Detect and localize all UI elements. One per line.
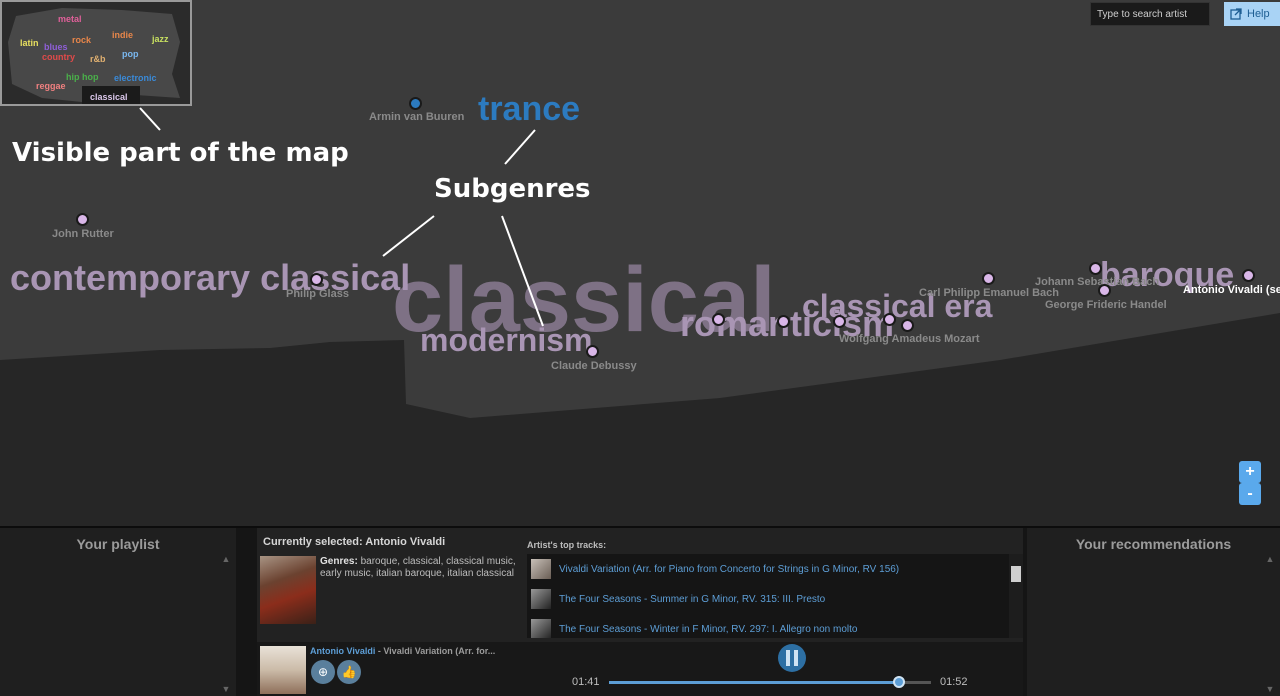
now-playing-artist[interactable]: Antonio Vivaldi <box>310 646 375 656</box>
minimap-genre: jazz <box>152 34 169 44</box>
scroll-up-icon[interactable]: ▲ <box>1264 554 1276 564</box>
pause-icon-bar <box>786 650 790 666</box>
minimap-genre: blues <box>44 42 68 52</box>
track-item[interactable]: Vivaldi Variation (Arr. for Piano from C… <box>527 555 1007 583</box>
tracks-scrollbar-thumb[interactable] <box>1011 566 1021 582</box>
help-label: Help <box>1247 8 1270 20</box>
playlist-title: Your playlist <box>76 536 160 552</box>
playlist-panel: Your playlist ▲ ▼ <box>0 528 236 696</box>
duration-time: 01:52 <box>940 676 968 688</box>
tracks-scrollbar[interactable] <box>1009 554 1023 638</box>
annotation-subgenres: Subgenres <box>434 174 591 204</box>
top-tracks-list: Vivaldi Variation (Arr. for Piano from C… <box>527 554 1023 638</box>
track-thumbnail <box>531 589 551 609</box>
minimap-genre: electronic <box>114 73 157 83</box>
recommendations-panel: Your recommendations ▲ ▼ <box>1027 528 1280 696</box>
minimap-genre: hip hop <box>66 72 99 82</box>
top-tracks-title: Artist's top tracks: <box>527 540 607 550</box>
selected-artist-title: Currently selected: Antonio Vivaldi <box>263 536 446 548</box>
help-button[interactable]: Help <box>1224 2 1280 26</box>
minimap-genre: metal <box>58 14 82 24</box>
genre-map[interactable]: trance classical contemporary classical … <box>0 0 1280 526</box>
progress-knob[interactable] <box>892 676 905 688</box>
thumbs-up-icon: 👍 <box>341 665 357 679</box>
annotation-visible-part: Visible part of the map <box>12 138 349 168</box>
scroll-down-icon[interactable]: ▼ <box>1264 684 1276 694</box>
recommendations-title: Your recommendations <box>1075 536 1232 552</box>
zoom-in-button[interactable]: + <box>1239 461 1261 483</box>
artist-genres: Genres: baroque, classical, classical mu… <box>320 556 520 580</box>
track-thumbnail <box>531 559 551 579</box>
plus-circle-icon: ⊕ <box>317 665 329 679</box>
now-playing-album-art <box>260 646 306 694</box>
artist-search-input[interactable] <box>1090 2 1210 26</box>
artist-portrait <box>260 556 316 624</box>
track-thumbnail <box>531 619 551 638</box>
artist-panel: Currently selected: Antonio Vivaldi Genr… <box>257 528 1023 696</box>
scroll-up-icon[interactable]: ▲ <box>220 554 232 564</box>
add-to-playlist-button[interactable]: ⊕ <box>311 660 335 684</box>
genres-label: Genres: <box>320 556 358 567</box>
recommendations-scrollbar[interactable]: ▲ ▼ <box>1264 554 1276 694</box>
track-title[interactable]: The Four Seasons - Summer in G Minor, RV… <box>559 594 825 605</box>
progress-bar[interactable] <box>609 676 931 688</box>
track-title[interactable]: The Four Seasons - Winter in F Minor, RV… <box>559 624 857 635</box>
minimap-genre: r&b <box>90 54 106 64</box>
pause-icon-bar <box>794 650 798 666</box>
elapsed-time: 01:41 <box>572 676 600 688</box>
zoom-out-button[interactable]: - <box>1239 483 1261 505</box>
track-title[interactable]: Vivaldi Variation (Arr. for Piano from C… <box>559 564 899 575</box>
progress-fill <box>609 681 899 684</box>
track-item[interactable]: The Four Seasons - Summer in G Minor, RV… <box>527 585 1007 613</box>
minimap-genre: country <box>42 52 76 62</box>
minimap-genre: latin <box>20 38 39 48</box>
now-playing-track: - Vivaldi Variation (Arr. for... <box>375 646 496 656</box>
minimap[interactable]: metal latin blues rock indie jazz countr… <box>0 0 192 106</box>
like-button[interactable]: 👍 <box>337 660 361 684</box>
minimap-genre: pop <box>122 49 139 59</box>
bottom-panel: Your playlist ▲ ▼ Currently selected: An… <box>0 526 1280 696</box>
scroll-down-icon[interactable]: ▼ <box>220 684 232 694</box>
external-link-icon <box>1230 8 1242 20</box>
minimap-genre: rock <box>72 35 92 45</box>
minimap-genre: indie <box>112 30 134 40</box>
track-item[interactable]: The Four Seasons - Winter in F Minor, RV… <box>527 615 1007 638</box>
pause-button[interactable] <box>778 644 806 672</box>
annotation-lines <box>139 107 544 327</box>
player-bar: Antonio Vivaldi - Vivaldi Variation (Arr… <box>257 642 1023 696</box>
minimap-genre: reggae <box>36 81 66 91</box>
now-playing-text: Antonio Vivaldi - Vivaldi Variation (Arr… <box>310 646 495 656</box>
playlist-scrollbar[interactable]: ▲ ▼ <box>220 554 232 694</box>
minimap-genre: classical <box>90 92 128 102</box>
